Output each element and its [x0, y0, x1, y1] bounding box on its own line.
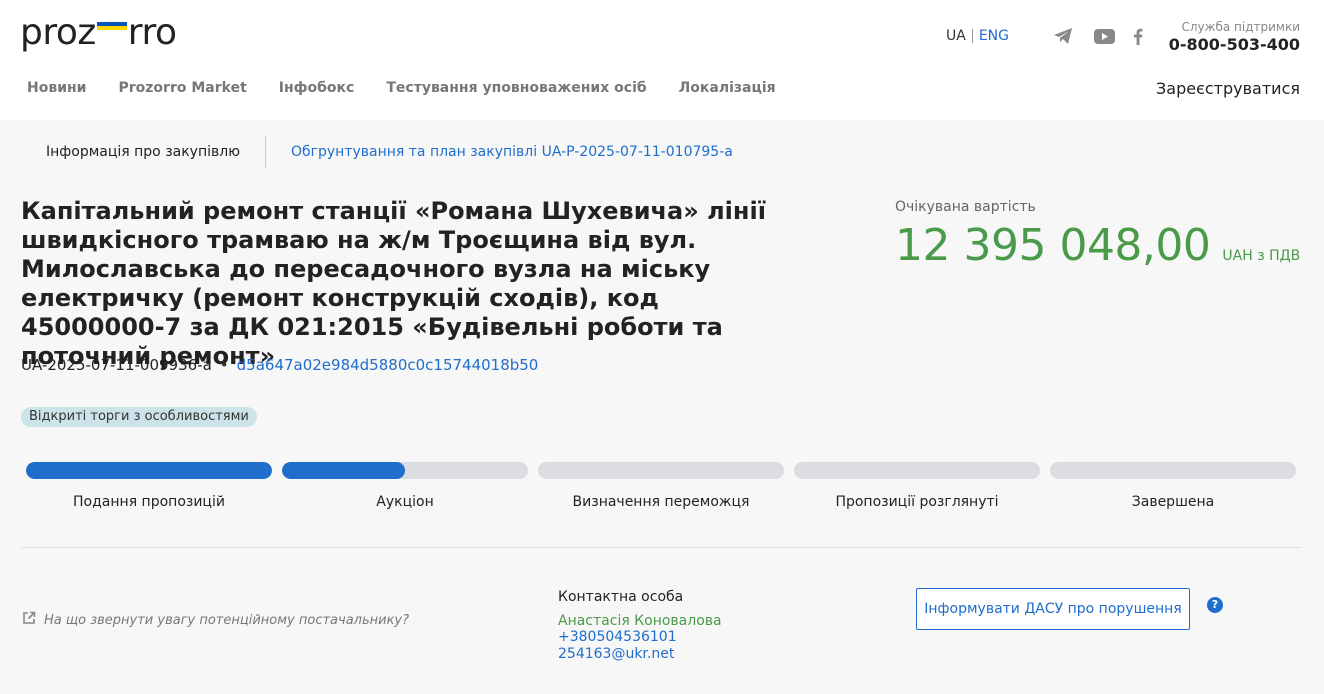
contact-phone[interactable]: +380504536101	[558, 629, 722, 646]
nav-item-infobox[interactable]: Інфобокс	[279, 80, 355, 96]
stage-label: Визначення переможця	[572, 494, 750, 510]
expected-value-amount: 12 395 048,00	[895, 220, 1211, 271]
register-link[interactable]: Зареєструватися	[1156, 79, 1300, 98]
stage-reviewed: Пропозиції розглянуті	[794, 462, 1040, 510]
stage-label: Подання пропозицій	[73, 494, 225, 510]
tender-tabs: Інформація про закупівлю Обгрунтування т…	[21, 136, 733, 168]
lang-divider	[971, 29, 973, 43]
help-icon[interactable]: ?	[1207, 597, 1223, 613]
id-separator: •	[219, 356, 229, 374]
stage-progress-bar	[538, 462, 784, 479]
contact-block: Контактна особа Анастасія Коновалова +38…	[558, 589, 722, 663]
stage-progress-bar	[282, 462, 528, 479]
tab-plan[interactable]: Обгрунтування та план закупівлі UA-P-202…	[266, 144, 733, 160]
main-nav: Новини Prozorro Market Інфобокс Тестуван…	[27, 80, 808, 96]
contact-title: Контактна особа	[558, 589, 684, 605]
nav-item-localization[interactable]: Локалізація	[679, 80, 776, 96]
prozorro-logo[interactable]: proz rro	[20, 12, 177, 53]
facebook-icon[interactable]	[1130, 24, 1146, 48]
tender-stages: Подання пропозицій Аукціон Визначення пе…	[26, 462, 1296, 510]
support-phone[interactable]: 0-800-503-400	[1169, 35, 1300, 54]
supplier-hint-link[interactable]: На що звернути увагу потенційному постач…	[22, 611, 409, 629]
contact-email[interactable]: 254163@ukr.net	[558, 646, 722, 663]
stage-progress-bar	[1050, 462, 1296, 479]
expected-value-label: Очікувана вартість	[895, 199, 1036, 215]
lang-ua-link[interactable]: UA	[946, 28, 966, 44]
section-divider	[21, 547, 1301, 548]
language-switcher: UA ENG	[946, 28, 1009, 44]
stage-progress-bar	[794, 462, 1040, 479]
header-bar: proz rro UA ENG Служба підтримки 0-800-5…	[0, 0, 1324, 120]
tender-hash-link[interactable]: d5a647a02e984d5880c0c15744018b50	[237, 356, 539, 374]
ukraine-flag-icon	[96, 22, 127, 34]
tender-title: Капітальний ремонт станції «Романа Шухев…	[21, 197, 766, 370]
contact-name: Анастасія Коновалова	[558, 613, 722, 629]
tender-id: UA-2025-07-11-009936-a	[21, 356, 212, 374]
support-block: Служба підтримки 0-800-503-400	[1169, 20, 1300, 54]
lang-eng-link[interactable]: ENG	[979, 28, 1009, 44]
expected-value: 12 395 048,00 UAH з ПДВ	[895, 220, 1300, 271]
tab-info[interactable]: Інформація про закупівлю	[21, 144, 265, 160]
youtube-icon[interactable]	[1093, 24, 1115, 48]
stage-submission: Подання пропозицій	[26, 462, 272, 510]
nav-item-testing[interactable]: Тестування уповноважених осіб	[386, 80, 646, 96]
stage-complete: Завершена	[1050, 462, 1296, 510]
nav-item-news[interactable]: Новини	[27, 80, 87, 96]
stage-winner: Визначення переможця	[538, 462, 784, 510]
stage-progress-bar	[26, 462, 272, 479]
stage-label: Пропозиції розглянуті	[835, 494, 999, 510]
tender-ids: UA-2025-07-11-009936-a • d5a647a02e984d5…	[21, 356, 538, 374]
nav-item-market[interactable]: Prozorro Market	[119, 80, 247, 96]
stage-auction: Аукціон	[282, 462, 528, 510]
supplier-hint-text: На що звернути увагу потенційному постач…	[44, 612, 410, 628]
telegram-icon[interactable]	[1052, 24, 1074, 48]
expected-value-currency: UAH з ПДВ	[1222, 248, 1301, 264]
stage-label: Завершена	[1131, 494, 1215, 510]
procedure-badge: Відкриті торги з особливостями	[21, 407, 257, 427]
stage-label: Аукціон	[376, 494, 434, 510]
report-dasu-button[interactable]: Інформувати ДАСУ про порушення	[916, 588, 1190, 630]
external-link-icon	[22, 611, 36, 629]
support-label: Служба підтримки	[1181, 20, 1300, 34]
